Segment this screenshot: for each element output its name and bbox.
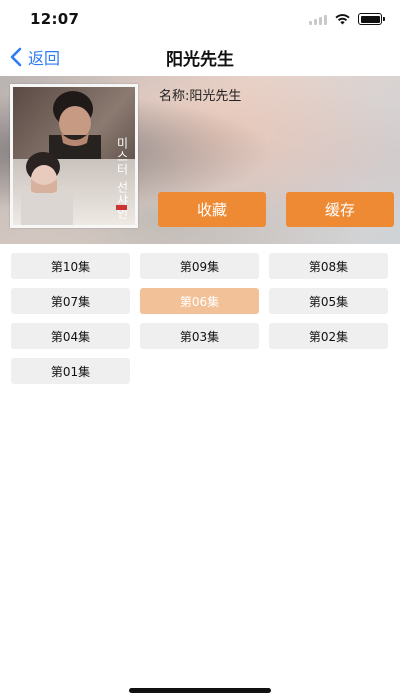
page-title: 阳光先生 [166, 49, 234, 70]
episode-button[interactable]: 第05集 [269, 288, 388, 314]
chevron-left-icon [10, 47, 22, 67]
poster-image: 미스터 선샤인 [10, 84, 138, 228]
episode-button[interactable]: 第10集 [11, 253, 130, 279]
episode-button[interactable]: 第07集 [11, 288, 130, 314]
nav-bar: 返回 阳光先生 [0, 38, 400, 76]
episode-button[interactable]: 第01集 [11, 358, 130, 384]
back-label: 返回 [28, 49, 61, 68]
title-name-label: 名称:阳光先生 [159, 89, 242, 104]
wifi-icon [335, 14, 350, 25]
cellular-signal-icon [309, 14, 327, 25]
status-bar: 12:07 [0, 0, 400, 38]
cache-button[interactable]: 缓存 [286, 192, 394, 227]
episode-button[interactable]: 第09集 [140, 253, 259, 279]
favorite-button[interactable]: 收藏 [158, 192, 266, 227]
detail-header: 미스터 선샤인 名称:阳光先生 收藏 缓存 [0, 76, 400, 244]
episode-button[interactable]: 第08集 [269, 253, 388, 279]
home-indicator[interactable] [129, 688, 271, 693]
screen: 12:07 返回 阳光先生 미스터 선샤인 名称:阳光先生 收藏 缓存 第10集… [0, 0, 400, 700]
status-icons [309, 13, 385, 25]
episode-button[interactable]: 第03集 [140, 323, 259, 349]
episode-button[interactable]: 第02集 [269, 323, 388, 349]
episode-grid: 第10集 第09集 第08集第07集 第06集 第05集第04集 第03集 第02集第01集 [11, 253, 389, 384]
episode-button[interactable]: 第06集 [140, 288, 259, 314]
back-button[interactable]: 返回 [8, 38, 60, 76]
status-time: 12:07 [30, 10, 80, 28]
battery-icon [358, 13, 385, 25]
episode-button[interactable]: 第04集 [11, 323, 130, 349]
